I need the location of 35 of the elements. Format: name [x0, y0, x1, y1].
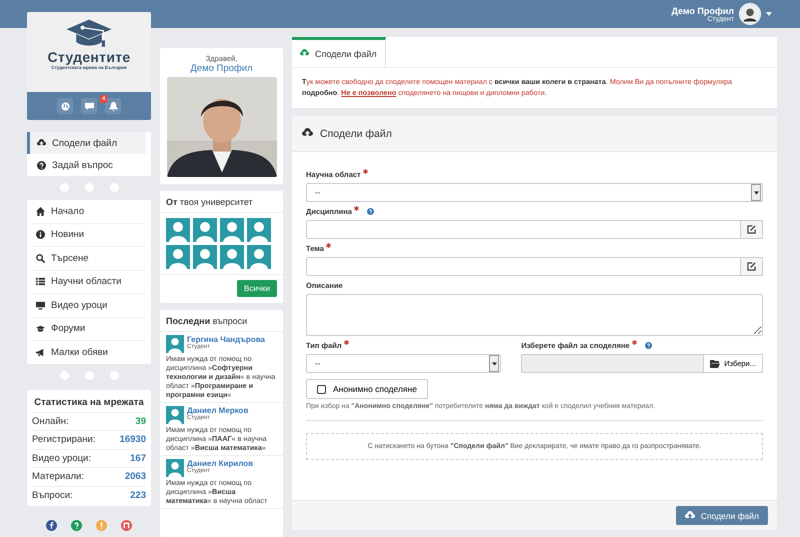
stat-value: 39	[135, 416, 146, 427]
stat-label: Видео уроци:	[32, 452, 91, 464]
author-name[interactable]: Даниел Кирилов	[187, 459, 254, 468]
anonymous-toggle[interactable]: Анонимно споделяне	[306, 379, 428, 399]
stat-label: Онлайн:	[32, 416, 69, 427]
stat-value: 223	[130, 490, 146, 501]
stat-label: Регистрирани:	[32, 434, 96, 446]
stat-label: Материали:	[32, 471, 84, 482]
share-file-tab[interactable]: Сподели файл	[292, 37, 386, 67]
stat-value: 2063	[124, 471, 146, 482]
logo-title: Студентите	[48, 50, 130, 65]
stats-title: Статистика на мрежата	[32, 394, 146, 412]
stat-label: Въпроси:	[32, 490, 73, 501]
nav-item[interactable]: Научни области	[32, 270, 146, 294]
section-title: Последни въпроси	[160, 310, 283, 332]
dropdown-field[interactable]: --	[306, 183, 763, 202]
stat-value: 167	[130, 452, 146, 464]
menu-item[interactable]: Задай въпрос	[27, 154, 151, 176]
submit-button[interactable]: Сподели файл	[676, 506, 768, 525]
nav-item[interactable]: Форуми	[32, 318, 146, 341]
all-button[interactable]: Всички	[237, 280, 277, 297]
section-title: От твоя университет	[160, 191, 283, 213]
author-name[interactable]: Даниел Мерков	[187, 406, 248, 415]
author-name[interactable]: Гергина Чандърова	[187, 335, 265, 344]
nav-item[interactable]: Новини	[32, 224, 146, 247]
profile-name[interactable]: Демо Профил	[190, 63, 253, 74]
menu-item[interactable]: Сподели файл	[27, 132, 146, 154]
nav-item[interactable]: Видео уроци	[32, 294, 146, 318]
dropdown-field[interactable]: --	[306, 354, 502, 373]
nav-item[interactable]: Малки обяви	[32, 341, 146, 364]
nav-item[interactable]: Начало	[32, 200, 146, 224]
stat-value: 16930	[120, 434, 146, 446]
nav-item[interactable]: Търсене	[32, 247, 146, 270]
user-name[interactable]: Демо Профил	[671, 6, 734, 16]
panel-title: Сподели файл	[320, 128, 392, 140]
